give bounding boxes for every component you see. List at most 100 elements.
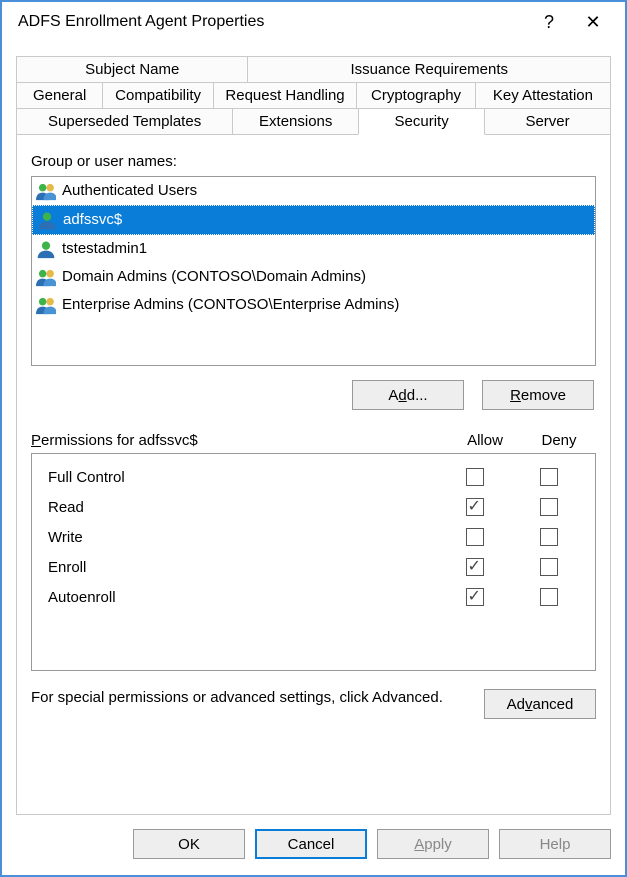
permission-name: Read bbox=[48, 499, 437, 516]
list-item-label: Enterprise Admins (CONTOSO\Enterprise Ad… bbox=[62, 292, 399, 318]
list-item[interactable]: Domain Admins (CONTOSO\Domain Admins) bbox=[32, 263, 595, 291]
user-icon bbox=[36, 239, 56, 259]
tab-rows: Subject Name Issuance Requirements Genera… bbox=[16, 56, 611, 135]
permission-name: Full Control bbox=[48, 469, 437, 486]
permission-row: Write bbox=[48, 522, 585, 552]
permission-allow-cell bbox=[437, 495, 511, 519]
tab-subject-name-label: Subject Name bbox=[85, 61, 179, 78]
group-icon bbox=[36, 181, 56, 201]
list-item[interactable]: adfssvc$ bbox=[32, 205, 595, 235]
permission-allow-checkbox[interactable] bbox=[466, 468, 484, 486]
tab-issuance-requirements[interactable]: Issuance Requirements bbox=[247, 56, 611, 82]
tab-cryptography[interactable]: Cryptography bbox=[356, 82, 476, 108]
permission-name: Autoenroll bbox=[48, 589, 437, 606]
titlebar: ADFS Enrollment Agent Properties ? ✕ bbox=[2, 2, 625, 42]
tab-cryptography-label: Cryptography bbox=[371, 87, 461, 104]
dialog-window: ADFS Enrollment Agent Properties ? ✕ Sub… bbox=[0, 0, 627, 877]
tab-row-3: Superseded Templates Extensions Security Se… bbox=[16, 108, 611, 135]
advanced-row: For special permissions or advanced sett… bbox=[31, 689, 596, 719]
permission-deny-cell bbox=[511, 525, 585, 549]
permission-deny-checkbox[interactable] bbox=[540, 498, 558, 516]
tab-compatibility[interactable]: Compatibility bbox=[102, 82, 214, 108]
tab-security-label: Security bbox=[395, 113, 449, 130]
tab-request-handling[interactable]: Request Handling bbox=[213, 82, 357, 108]
group-icon bbox=[36, 295, 56, 315]
permission-deny-checkbox[interactable] bbox=[540, 588, 558, 606]
permission-allow-cell bbox=[437, 525, 511, 549]
help-button-bottom[interactable]: Help bbox=[499, 829, 611, 859]
tab-general-label: General bbox=[33, 87, 86, 104]
tab-superseded-templates[interactable]: Superseded Templates bbox=[16, 108, 233, 135]
permission-row: Enroll bbox=[48, 552, 585, 582]
advanced-button[interactable]: Advanced bbox=[484, 689, 596, 719]
permission-deny-checkbox[interactable] bbox=[540, 558, 558, 576]
apply-button[interactable]: Apply bbox=[377, 829, 489, 859]
client-area: Subject Name Issuance Requirements Genera… bbox=[2, 42, 625, 815]
tab-page-security: Group or user names: Authenticated Users… bbox=[16, 134, 611, 815]
permission-deny-checkbox[interactable] bbox=[540, 468, 558, 486]
cancel-button[interactable]: Cancel bbox=[255, 829, 367, 859]
permission-deny-checkbox[interactable] bbox=[540, 528, 558, 546]
tab-security[interactable]: Security bbox=[358, 108, 485, 135]
tab-row-1: Subject Name Issuance Requirements bbox=[16, 56, 611, 82]
advanced-text: For special permissions or advanced sett… bbox=[31, 689, 474, 706]
tab-issuance-requirements-label: Issuance Requirements bbox=[350, 61, 508, 78]
help-icon: ? bbox=[544, 12, 554, 33]
tab-server-label: Server bbox=[525, 113, 569, 130]
permission-deny-cell bbox=[511, 585, 585, 609]
close-icon: ✕ bbox=[585, 12, 600, 33]
tab-key-attestation[interactable]: Key Attestation bbox=[475, 82, 611, 108]
remove-button-label: Remove bbox=[510, 387, 566, 404]
group-icon bbox=[36, 267, 56, 287]
list-buttons: Add... Remove bbox=[33, 380, 594, 410]
permission-allow-cell bbox=[437, 465, 511, 489]
group-user-list[interactable]: Authenticated Users adfssvc$ tstestadmin1D… bbox=[31, 176, 596, 366]
add-button[interactable]: Add... bbox=[352, 380, 464, 410]
tab-extensions[interactable]: Extensions bbox=[232, 108, 359, 135]
window-title: ADFS Enrollment Agent Properties bbox=[12, 13, 527, 31]
list-item[interactable]: Authenticated Users bbox=[32, 177, 595, 205]
advanced-button-label: Advanced bbox=[507, 696, 574, 713]
group-label: Group or user names: bbox=[31, 153, 596, 170]
tab-superseded-templates-label: Superseded Templates bbox=[48, 113, 201, 130]
add-button-label: Add... bbox=[388, 387, 427, 404]
tab-extensions-label: Extensions bbox=[259, 113, 332, 130]
permissions-header: Permissions for adfssvc$ Allow Deny bbox=[31, 432, 596, 449]
permission-name: Write bbox=[48, 529, 437, 546]
permission-allow-checkbox[interactable] bbox=[466, 588, 484, 606]
user-icon bbox=[37, 210, 57, 230]
apply-button-label: Apply bbox=[414, 836, 452, 853]
allow-header: Allow bbox=[448, 432, 522, 449]
tab-request-handling-label: Request Handling bbox=[225, 87, 344, 104]
close-button[interactable]: ✕ bbox=[571, 2, 615, 42]
tab-key-attestation-label: Key Attestation bbox=[493, 87, 593, 104]
list-item[interactable]: Enterprise Admins (CONTOSO\Enterprise Ad… bbox=[32, 291, 595, 319]
permission-deny-cell bbox=[511, 495, 585, 519]
permission-deny-cell bbox=[511, 555, 585, 579]
permission-name: Enroll bbox=[48, 559, 437, 576]
permission-row: Read bbox=[48, 492, 585, 522]
tab-server[interactable]: Server bbox=[484, 108, 611, 135]
ok-button[interactable]: OK bbox=[133, 829, 245, 859]
list-item[interactable]: tstestadmin1 bbox=[32, 235, 595, 263]
help-button[interactable]: ? bbox=[527, 2, 571, 42]
deny-header: Deny bbox=[522, 432, 596, 449]
permission-allow-checkbox[interactable] bbox=[466, 498, 484, 516]
permission-allow-checkbox[interactable] bbox=[466, 558, 484, 576]
list-item-label: Authenticated Users bbox=[62, 178, 197, 204]
remove-button[interactable]: Remove bbox=[482, 380, 594, 410]
permission-row: Autoenroll bbox=[48, 582, 585, 612]
permission-allow-cell bbox=[437, 585, 511, 609]
list-item-label: tstestadmin1 bbox=[62, 236, 147, 262]
tab-compatibility-label: Compatibility bbox=[115, 87, 201, 104]
tab-row-2: General Compatibility Request Handling Cryp… bbox=[16, 82, 611, 108]
permissions-list: Full Control Read Write Enroll Autoenroll bbox=[31, 453, 596, 671]
permission-allow-checkbox[interactable] bbox=[466, 528, 484, 546]
tab-general[interactable]: General bbox=[16, 82, 103, 108]
permission-row: Full Control bbox=[48, 462, 585, 492]
list-item-label: adfssvc$ bbox=[63, 207, 122, 233]
permission-allow-cell bbox=[437, 555, 511, 579]
dialog-buttons: OK Cancel Apply Help bbox=[2, 815, 625, 875]
tab-subject-name[interactable]: Subject Name bbox=[16, 56, 248, 82]
list-item-label: Domain Admins (CONTOSO\Domain Admins) bbox=[62, 264, 366, 290]
